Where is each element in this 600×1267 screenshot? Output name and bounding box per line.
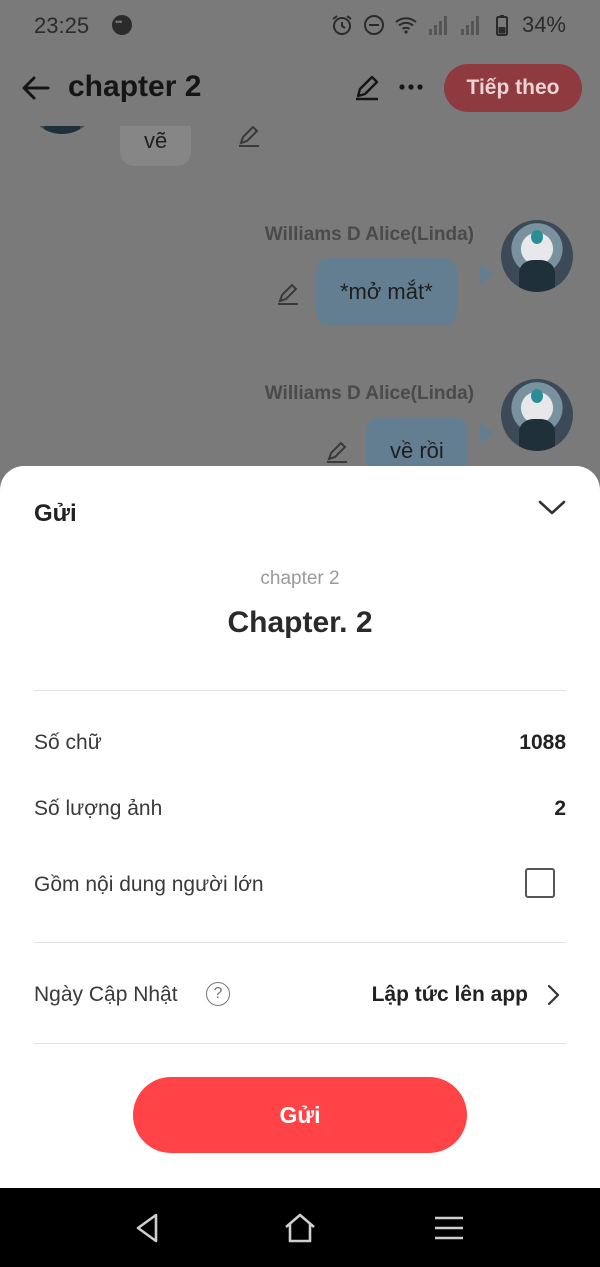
help-icon[interactable]: ? <box>206 982 230 1006</box>
signal-icon <box>428 16 447 35</box>
chat-bubble-text: vẽ <box>144 128 168 153</box>
avatar <box>501 220 573 292</box>
bubble-tail <box>480 423 494 443</box>
nav-menu-icon[interactable] <box>431 1210 467 1246</box>
sheet-title: Gửi <box>34 500 77 527</box>
edit-pencil-icon[interactable] <box>352 72 382 102</box>
chat-bubble-text: *mở mắt* <box>340 279 433 304</box>
alarm-icon <box>332 15 352 35</box>
avatar <box>26 126 98 134</box>
divider <box>34 942 566 943</box>
do-not-disturb-icon <box>363 15 384 35</box>
status-time: 23:25 <box>34 13 90 38</box>
next-button[interactable]: Tiếp theo <box>444 64 582 112</box>
battery-icon <box>495 15 508 36</box>
nav-home-icon[interactable] <box>282 1210 318 1246</box>
message-sender: Williams D Alice(Linda) <box>264 224 474 245</box>
divider <box>34 690 566 691</box>
chapter-name: chapter 2 <box>260 568 340 589</box>
chat-bubble: vẽ <box>120 126 192 166</box>
image-count-value: 2 <box>554 797 566 820</box>
battery-percentage: 34% <box>521 12 566 37</box>
edit-pencil-icon[interactable] <box>236 126 262 148</box>
chat-area: vẽ Williams D Alice(Linda) *mở mắt* Will… <box>0 126 600 486</box>
page-title: chapter 2 <box>68 70 202 103</box>
image-count-label: Số lượng ảnh <box>34 797 163 820</box>
adult-content-checkbox[interactable] <box>525 868 555 898</box>
word-count-value: 1088 <box>519 731 566 754</box>
update-schedule-value[interactable]: Lập tức lên app <box>372 983 528 1007</box>
chevron-down-icon[interactable] <box>538 496 566 518</box>
chapter-title: Chapter. 2 <box>227 606 373 639</box>
edit-pencil-icon[interactable] <box>275 280 301 306</box>
adult-content-label: Gồm nội dung người lớn <box>34 873 264 896</box>
divider <box>34 1043 566 1044</box>
chat-bubble: *mở mắt* <box>316 258 457 326</box>
nav-back-icon[interactable] <box>130 1210 166 1246</box>
word-count-label: Số chữ <box>34 731 102 754</box>
bubble-tail <box>480 264 494 284</box>
update-date-label: Ngày Cập Nhật <box>34 983 178 1006</box>
chat-bubble-text: về rồi <box>390 438 444 463</box>
signal-icon <box>460 16 479 35</box>
status-icons: 34% <box>330 12 566 38</box>
back-arrow-icon[interactable] <box>18 70 54 106</box>
messenger-icon <box>112 15 132 35</box>
message-sender: Williams D Alice(Linda) <box>264 383 474 404</box>
more-options-icon[interactable] <box>396 72 426 102</box>
edit-pencil-icon[interactable] <box>324 438 350 464</box>
submit-button[interactable]: Gửi <box>133 1077 467 1153</box>
chevron-right-icon[interactable] <box>546 984 562 1006</box>
publish-sheet: Gửi chapter 2 Chapter. 2 Số chữ 1088 Số … <box>0 466 600 1188</box>
avatar <box>501 379 573 451</box>
status-bar: 23:25 34% <box>0 0 600 52</box>
wifi-icon <box>395 17 417 34</box>
app-header: chapter 2 Tiếp theo <box>0 52 600 126</box>
system-nav-bar <box>0 1188 600 1267</box>
